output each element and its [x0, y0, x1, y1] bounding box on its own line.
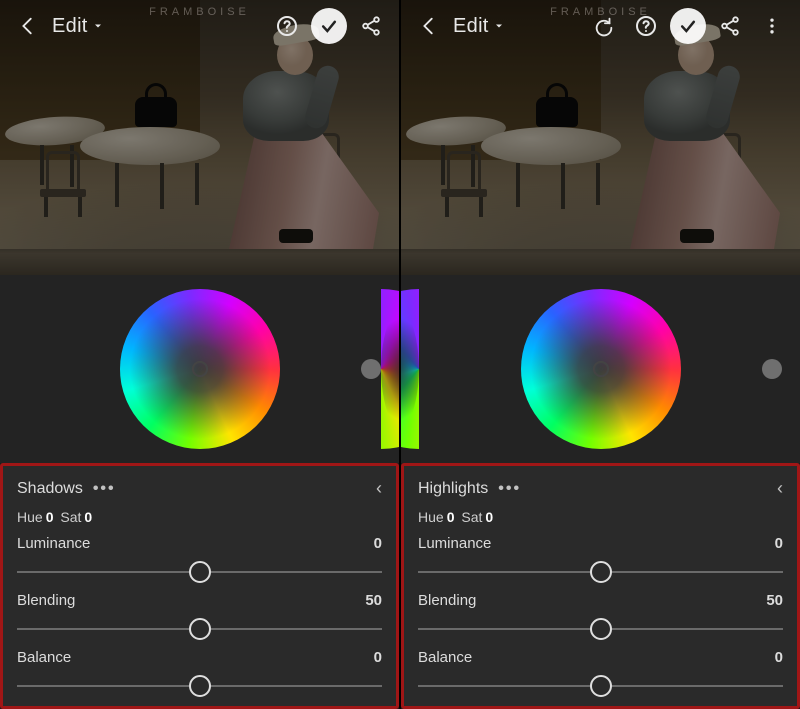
top-bar: Edit — [401, 0, 800, 52]
wheel-side-dot[interactable] — [762, 359, 782, 379]
dropdown-icon — [493, 20, 505, 32]
color-wheel[interactable] — [120, 289, 280, 449]
next-wheel-peek[interactable] — [381, 289, 399, 449]
confirm-icon[interactable] — [311, 8, 347, 44]
back-icon[interactable] — [10, 8, 46, 44]
slider-label: Blending — [418, 592, 476, 609]
section-title: Shadows — [17, 480, 83, 498]
edit-label: Edit — [453, 15, 489, 38]
slider-label: Luminance — [418, 535, 491, 552]
blending-slider[interactable] — [418, 619, 783, 639]
slider-value: 50 — [766, 592, 783, 609]
back-icon[interactable] — [411, 8, 447, 44]
blending-slider[interactable] — [17, 619, 382, 639]
slider-value: 0 — [374, 535, 382, 552]
color-wheel-pointer[interactable] — [192, 361, 208, 377]
more-icon[interactable] — [754, 8, 790, 44]
color-wheel[interactable] — [521, 289, 681, 449]
section-title: Highlights — [418, 480, 488, 498]
hue-sat-readout: Hue0 Sat0 — [17, 509, 382, 525]
section-options-icon[interactable]: ••• — [93, 480, 116, 498]
hue-sat-readout: Hue0 Sat0 — [418, 509, 783, 525]
balance-slider[interactable] — [418, 676, 783, 696]
top-bar: Edit — [0, 0, 399, 52]
slider-label: Luminance — [17, 535, 90, 552]
slider-label: Balance — [17, 649, 71, 666]
edit-menu[interactable]: Edit — [453, 15, 505, 38]
sliders-panel: Highlights ••• ‹ Hue0 Sat0 Luminance 0 Bl… — [401, 463, 800, 709]
prev-wheel-peek[interactable] — [401, 289, 419, 449]
pane-shadows: FRAMBOISE Edit — [0, 0, 399, 709]
wheel-side-dot[interactable] — [361, 359, 381, 379]
slider-value: 50 — [365, 592, 382, 609]
color-wheel-area — [401, 275, 800, 463]
edit-label: Edit — [52, 15, 88, 38]
help-icon[interactable] — [628, 8, 664, 44]
luminance-slider[interactable] — [17, 562, 382, 582]
confirm-icon[interactable] — [670, 8, 706, 44]
edit-menu[interactable]: Edit — [52, 15, 104, 38]
share-icon[interactable] — [353, 8, 389, 44]
slider-value: 0 — [374, 649, 382, 666]
slider-label: Blending — [17, 592, 75, 609]
slider-label: Balance — [418, 649, 472, 666]
help-icon[interactable] — [269, 8, 305, 44]
section-options-icon[interactable]: ••• — [498, 480, 521, 498]
color-wheel-area — [0, 275, 399, 463]
dropdown-icon — [92, 20, 104, 32]
color-wheel-pointer[interactable] — [593, 361, 609, 377]
balance-slider[interactable] — [17, 676, 382, 696]
pane-highlights: FRAMBOISE Edit — [401, 0, 800, 709]
slider-value: 0 — [775, 535, 783, 552]
share-icon[interactable] — [712, 8, 748, 44]
luminance-slider[interactable] — [418, 562, 783, 582]
collapse-icon[interactable]: ‹ — [777, 478, 783, 499]
redo-icon[interactable] — [586, 8, 622, 44]
collapse-icon[interactable]: ‹ — [376, 478, 382, 499]
slider-value: 0 — [775, 649, 783, 666]
sliders-panel: Shadows ••• ‹ Hue0 Sat0 Luminance 0 Blend… — [0, 463, 399, 709]
